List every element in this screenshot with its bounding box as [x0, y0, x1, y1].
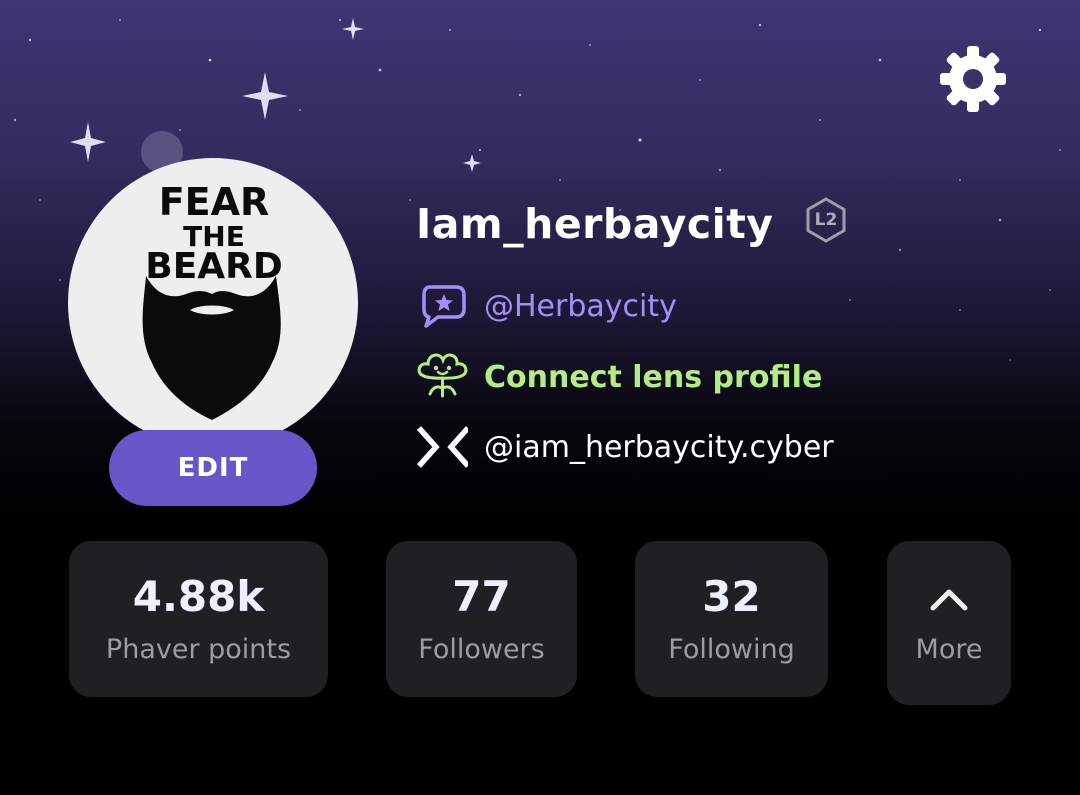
stat-label: Following — [668, 633, 795, 665]
stat-card-phaver-points[interactable]: 4.88k Phaver points — [69, 541, 328, 697]
stat-value: 77 — [452, 571, 511, 621]
edit-profile-button[interactable]: EDIT — [109, 430, 317, 506]
stat-value: 4.88k — [132, 571, 265, 621]
avatar-text-fear: FEAR — [159, 180, 270, 224]
chat-star-icon — [416, 281, 468, 331]
phaver-handle-link[interactable]: @Herbaycity — [416, 281, 677, 331]
stat-value: 32 — [702, 571, 761, 621]
stat-label: Followers — [418, 633, 545, 665]
cyberconnect-handle-link[interactable]: @iam_herbaycity.cyber — [416, 422, 834, 472]
more-label: More — [915, 633, 983, 665]
chevron-up-icon — [930, 589, 968, 610]
more-button[interactable]: More — [887, 541, 1011, 705]
avatar-fear-the-beard-image: FEAR THE BEARD — [142, 180, 283, 420]
phaver-handle-text: @Herbaycity — [484, 288, 677, 324]
lens-plant-icon — [416, 352, 468, 402]
cyberconnect-x-icon — [416, 422, 468, 472]
connect-lens-text: Connect lens profile — [484, 359, 823, 395]
level-badge-text: L2 — [814, 210, 838, 230]
profile-username: Iam_herbaycity — [416, 200, 774, 248]
stat-card-followers[interactable]: 77 Followers — [386, 541, 577, 697]
stat-card-following[interactable]: 32 Following — [635, 541, 828, 697]
avatar[interactable]: FEAR THE BEARD — [68, 158, 358, 448]
connect-lens-link[interactable]: Connect lens profile — [416, 352, 822, 402]
gear-icon[interactable] — [936, 42, 1010, 116]
cyberconnect-handle-text: @iam_herbaycity.cyber — [484, 429, 834, 465]
stat-label: Phaver points — [105, 633, 292, 665]
avatar-text-beard: BEARD — [145, 246, 283, 287]
